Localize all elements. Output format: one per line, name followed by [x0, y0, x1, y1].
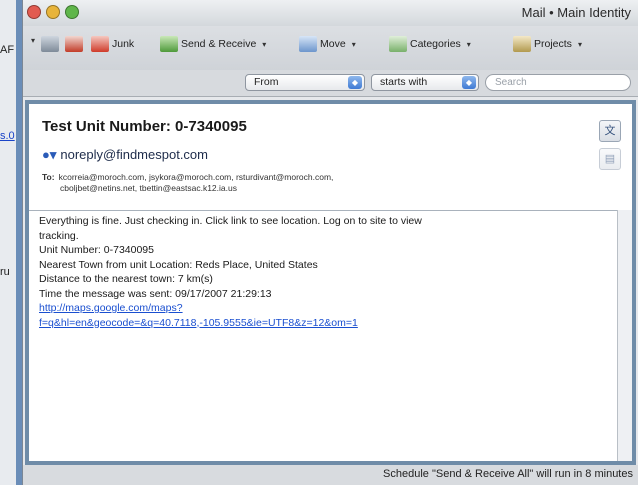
- background-link-fragment: s.0: [0, 130, 15, 142]
- background-window: AF s.0 ru: [0, 0, 17, 485]
- move-button[interactable]: Move ▾: [299, 36, 356, 52]
- status-text: Schedule "Send & Receive All" will run i…: [383, 468, 633, 480]
- to-line-1: kcorreia@moroch.com, jsykora@moroch.com,…: [58, 172, 334, 182]
- categories-button[interactable]: Categories ▾: [389, 36, 471, 52]
- print-button[interactable]: [41, 36, 62, 52]
- print-icon: [41, 36, 59, 52]
- body-line: tracking.: [39, 229, 79, 242]
- title-bar[interactable]: Mail • Main Identity: [23, 0, 638, 27]
- message-body: Everything is fine. Just checking in. Cl…: [29, 210, 618, 461]
- message-subject: Test Unit Number: 0-7340095: [42, 118, 247, 135]
- map-link[interactable]: http://maps.google.com/maps?: [39, 301, 608, 316]
- folder-icon: [299, 36, 317, 52]
- mail-window: Mail • Main Identity ▾ Junk Send & Recei…: [22, 0, 638, 485]
- select-stepper-icon: ◆: [462, 76, 476, 89]
- projects-icon: [513, 36, 531, 52]
- filter-bar: From ◆ starts with ◆ Search: [23, 70, 638, 97]
- to-label: To:: [42, 172, 55, 182]
- map-link-continued[interactable]: f=q&hl=en&geocode=&q=40.7118,-105.9555&i…: [39, 316, 608, 331]
- background-text-fragment: ru: [0, 266, 10, 278]
- toolbar-overflow-arrow[interactable]: ▾: [31, 36, 35, 45]
- background-text-fragment: AF: [0, 44, 15, 56]
- junk-icon: [91, 36, 109, 52]
- categories-label: Categories: [410, 38, 461, 50]
- message-header: Test Unit Number: 0-7340095 ●▾ noreply@fi…: [29, 104, 632, 211]
- send-receive-button[interactable]: Send & Receive ▾: [160, 36, 266, 52]
- to-line-2: cboljbet@netins.net, tbettin@eastsac.k12…: [60, 183, 237, 193]
- move-label: Move: [320, 38, 346, 50]
- body-line: Everything is fine. Just checking in. Cl…: [39, 215, 422, 227]
- message-from[interactable]: ●▾ noreply@findmespot.com: [42, 147, 208, 163]
- zoom-button[interactable]: [65, 5, 79, 19]
- body-line: Time the message was sent: 09/17/2007 21…: [39, 287, 272, 300]
- vertical-scrollbar[interactable]: [617, 210, 632, 461]
- toolbar: ▾ Junk Send & Receive ▾ Move ▾ Categorie…: [23, 26, 638, 70]
- select-stepper-icon: ◆: [348, 76, 362, 89]
- status-bar: Schedule "Send & Receive All" will run i…: [23, 465, 638, 485]
- delete-icon: [65, 36, 83, 52]
- categories-icon: [389, 36, 407, 52]
- message-reading-pane: Test Unit Number: 0-7340095 ●▾ noreply@fi…: [25, 100, 636, 465]
- send-receive-icon: [160, 36, 178, 52]
- vcard-icon[interactable]: ▤: [599, 148, 621, 170]
- contact-icon: ●▾: [42, 147, 57, 162]
- minimize-button[interactable]: [46, 5, 60, 19]
- search-input[interactable]: Search: [485, 74, 631, 91]
- body-line: Distance to the nearest town: 7 km(s): [39, 273, 213, 285]
- window-title: Mail • Main Identity: [521, 5, 631, 20]
- delete-button[interactable]: [65, 36, 86, 52]
- send-receive-label: Send & Receive: [181, 38, 257, 50]
- filter-operator-select[interactable]: starts with ◆: [371, 74, 479, 91]
- message-recipients: To: kcorreia@moroch.com, jsykora@moroch.c…: [42, 172, 562, 194]
- close-button[interactable]: [27, 5, 41, 19]
- translate-icon[interactable]: 文: [599, 120, 621, 142]
- projects-label: Projects: [534, 38, 572, 50]
- junk-label: Junk: [112, 38, 135, 50]
- body-line: Unit Number: 0-7340095: [39, 244, 154, 256]
- from-address: noreply@findmespot.com: [60, 147, 208, 162]
- junk-button[interactable]: Junk: [91, 36, 134, 52]
- search-placeholder: Search: [495, 77, 527, 88]
- body-line: Nearest Town from unit Location: Reds Pl…: [39, 258, 318, 271]
- filter-field-select[interactable]: From ◆: [245, 74, 365, 91]
- filter-field-value: From: [254, 76, 279, 88]
- projects-button[interactable]: Projects ▾: [513, 36, 582, 52]
- filter-operator-value: starts with: [380, 76, 428, 88]
